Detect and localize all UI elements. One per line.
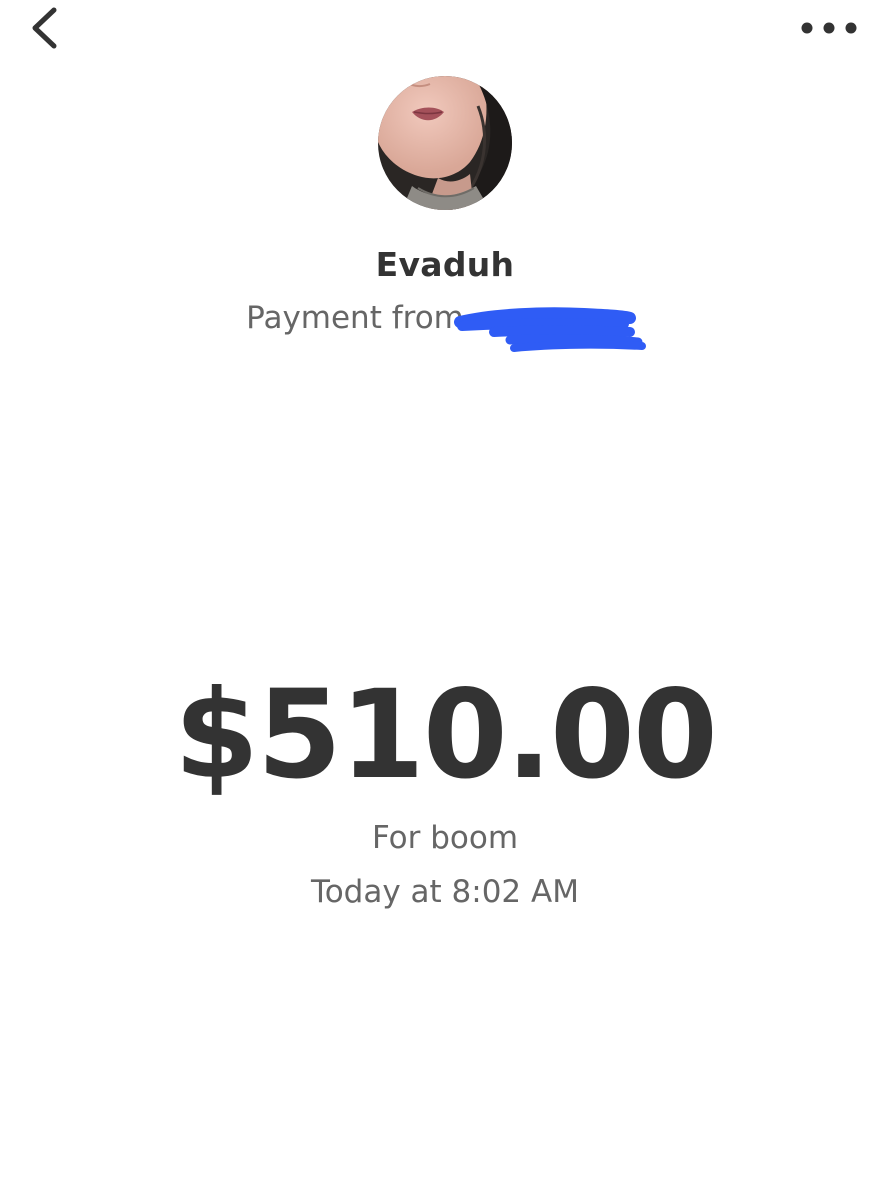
redaction-scribble [454, 307, 646, 352]
chevron-left-icon [32, 7, 57, 49]
payment-amount: $510.00 [174, 664, 718, 806]
more-options-button[interactable] [798, 8, 860, 48]
payment-note: For boom [371, 820, 519, 856]
payment-source: Payment from [0, 296, 890, 340]
profile-photo [378, 76, 512, 210]
payment-from-label: Payment from [246, 300, 464, 336]
more-horizontal-icon [801, 22, 857, 34]
payer-name: Evaduh [375, 245, 515, 284]
payment-timestamp: Today at 8:02 AM [311, 874, 579, 910]
back-button[interactable] [22, 4, 70, 52]
avatar[interactable] [378, 76, 512, 210]
